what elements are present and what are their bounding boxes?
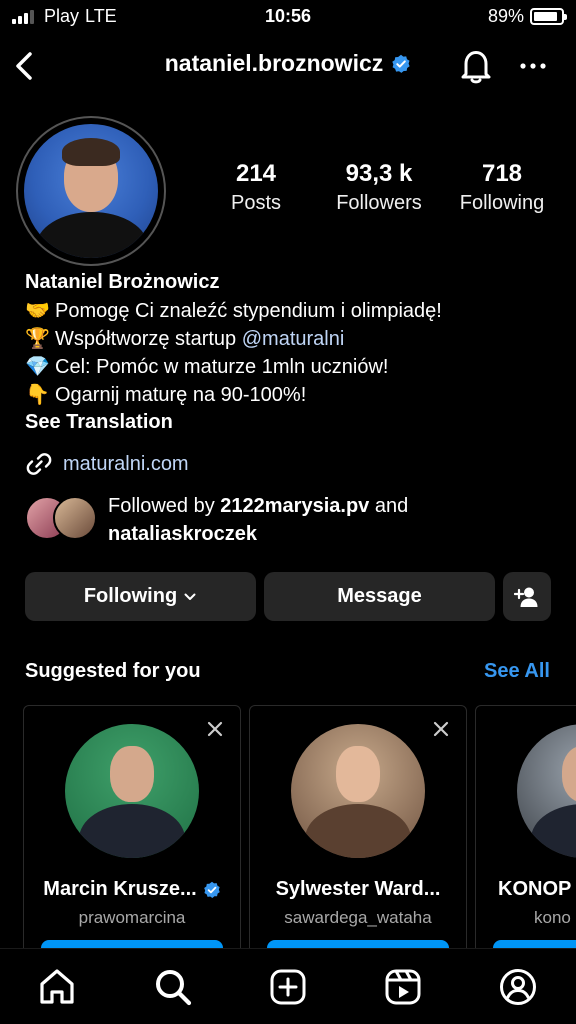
full-name: Nataniel Brożnowicz (25, 271, 220, 293)
suggested-title: Suggested for you (25, 660, 201, 682)
nav-home[interactable] (37, 967, 77, 1007)
bio-line: 🤝 Pomogę Ci znaleźć stypendium i olimpiad… (25, 296, 555, 324)
following-stat[interactable]: 718 Following (452, 160, 552, 215)
followers-label: Followers (336, 192, 422, 214)
avatar-image (24, 124, 158, 258)
nav-create[interactable] (268, 967, 308, 1007)
suggested-handle: kono (534, 908, 571, 927)
suggested-handle: prawomarcina (78, 908, 186, 927)
posts-stat[interactable]: 214 Posts (206, 160, 306, 215)
verified-badge-icon (203, 881, 220, 898)
close-icon[interactable] (204, 718, 226, 740)
followed-by[interactable]: Followed by 2122marysia.pv and nataliaskr… (25, 492, 555, 548)
suggested-name: Marcin Krusze... (43, 878, 197, 900)
nav-reels[interactable] (383, 967, 423, 1007)
message-button[interactable]: Message (264, 572, 495, 621)
mutual-user-2: nataliaskroczek (108, 523, 257, 545)
followed-prefix: Followed by (108, 495, 221, 517)
suggested-name-row: Sylwester Ward... (250, 878, 466, 901)
website-link[interactable]: maturalni.com (25, 450, 189, 478)
website-url: maturalni.com (63, 452, 189, 475)
trophy-icon: 🏆 (25, 326, 50, 350)
more-options-button[interactable] (516, 48, 550, 84)
suggested-avatar (517, 724, 576, 858)
posts-label: Posts (230, 192, 282, 214)
plus-square-icon (270, 969, 306, 1005)
suggested-card[interactable]: Sylwester Ward... sawardega_wataha (249, 705, 467, 965)
profile-icon (500, 969, 536, 1005)
followers-count: 93,3 k (345, 160, 413, 187)
see-translation-link[interactable]: See Translation (25, 408, 555, 436)
suggested-card[interactable]: KONOP kono (475, 705, 576, 965)
chevron-down-icon (184, 593, 196, 600)
suggest-users-button[interactable] (503, 572, 551, 621)
notifications-button[interactable] (458, 46, 494, 86)
message-button-label: Message (337, 585, 422, 607)
following-label: Following (459, 192, 545, 214)
following-button-label: Following (83, 585, 178, 607)
more-horizontal-icon (520, 63, 546, 69)
suggested-name-row: Marcin Krusze... (24, 878, 240, 901)
nav-search[interactable] (153, 967, 193, 1007)
followed-by-text: Followed by 2122marysia.pv and nataliaskr… (108, 492, 548, 548)
add-user-icon (514, 587, 538, 607)
suggested-avatar (291, 724, 425, 858)
suggested-card[interactable]: Marcin Krusze... prawomarcina (23, 705, 241, 965)
see-all-link[interactable]: See All (484, 660, 550, 683)
bottom-navigation (0, 948, 576, 1024)
suggested-avatar (65, 724, 199, 858)
following-button[interactable]: Following (25, 572, 256, 621)
profile-header: nataniel.broznowicz (0, 40, 576, 92)
suggested-name: KONOP (498, 878, 572, 900)
handshake-icon: 🤝 (25, 298, 50, 322)
followed-conj: and (369, 495, 409, 517)
following-count: 718 (481, 160, 523, 187)
status-right: 89% (487, 6, 567, 27)
header-username: nataniel.broznowicz (164, 50, 384, 76)
profile-avatar[interactable] (16, 116, 166, 266)
mention-link[interactable]: @maturalni (242, 328, 345, 350)
bio-line: 💎 Cel: Pomóc w maturze 1mln uczniów! (25, 352, 555, 380)
battery-percent: 89% (487, 6, 524, 26)
bio-text: Pomogę Ci znaleźć stypendium i olimpiadę… (55, 300, 442, 322)
gem-icon: 💎 (25, 354, 50, 378)
posts-count: 214 (235, 160, 277, 187)
bell-icon (461, 51, 491, 84)
nav-profile[interactable] (498, 967, 538, 1007)
mutual-user-1: 2122marysia.pv (220, 495, 370, 517)
profile-bio: Nataniel Brożnowicz 🤝 Pomogę Ci znaleźć s… (25, 268, 555, 436)
battery-icon (530, 8, 567, 25)
suggested-name: Sylwester Ward... (275, 878, 441, 900)
suggested-handle: sawardega_wataha (284, 908, 432, 927)
bio-text: Cel: Pomóc w maturze 1mln uczniów! (55, 356, 389, 378)
pointing-down-icon: 👇 (25, 382, 50, 406)
mutual-avatar (53, 496, 97, 540)
followers-stat[interactable]: 93,3 k Followers (324, 160, 434, 215)
status-bar: Play LTE 10:56 89% (0, 0, 576, 34)
close-icon[interactable] (430, 718, 452, 740)
bio-text: Współtworzę startup (55, 328, 242, 350)
suggested-name-row: KONOP (498, 878, 576, 901)
home-icon (40, 969, 74, 1004)
bio-line: 🏆 Współtworzę startup @maturalni (25, 324, 555, 352)
search-icon (156, 970, 192, 1006)
bio-line: 👇 Ogarnij maturę na 90-100%! (25, 380, 555, 408)
link-icon (26, 453, 52, 475)
bio-text: Ogarnij maturę na 90-100%! (55, 384, 307, 406)
reels-icon (385, 969, 421, 1005)
verified-badge-icon (392, 54, 410, 73)
